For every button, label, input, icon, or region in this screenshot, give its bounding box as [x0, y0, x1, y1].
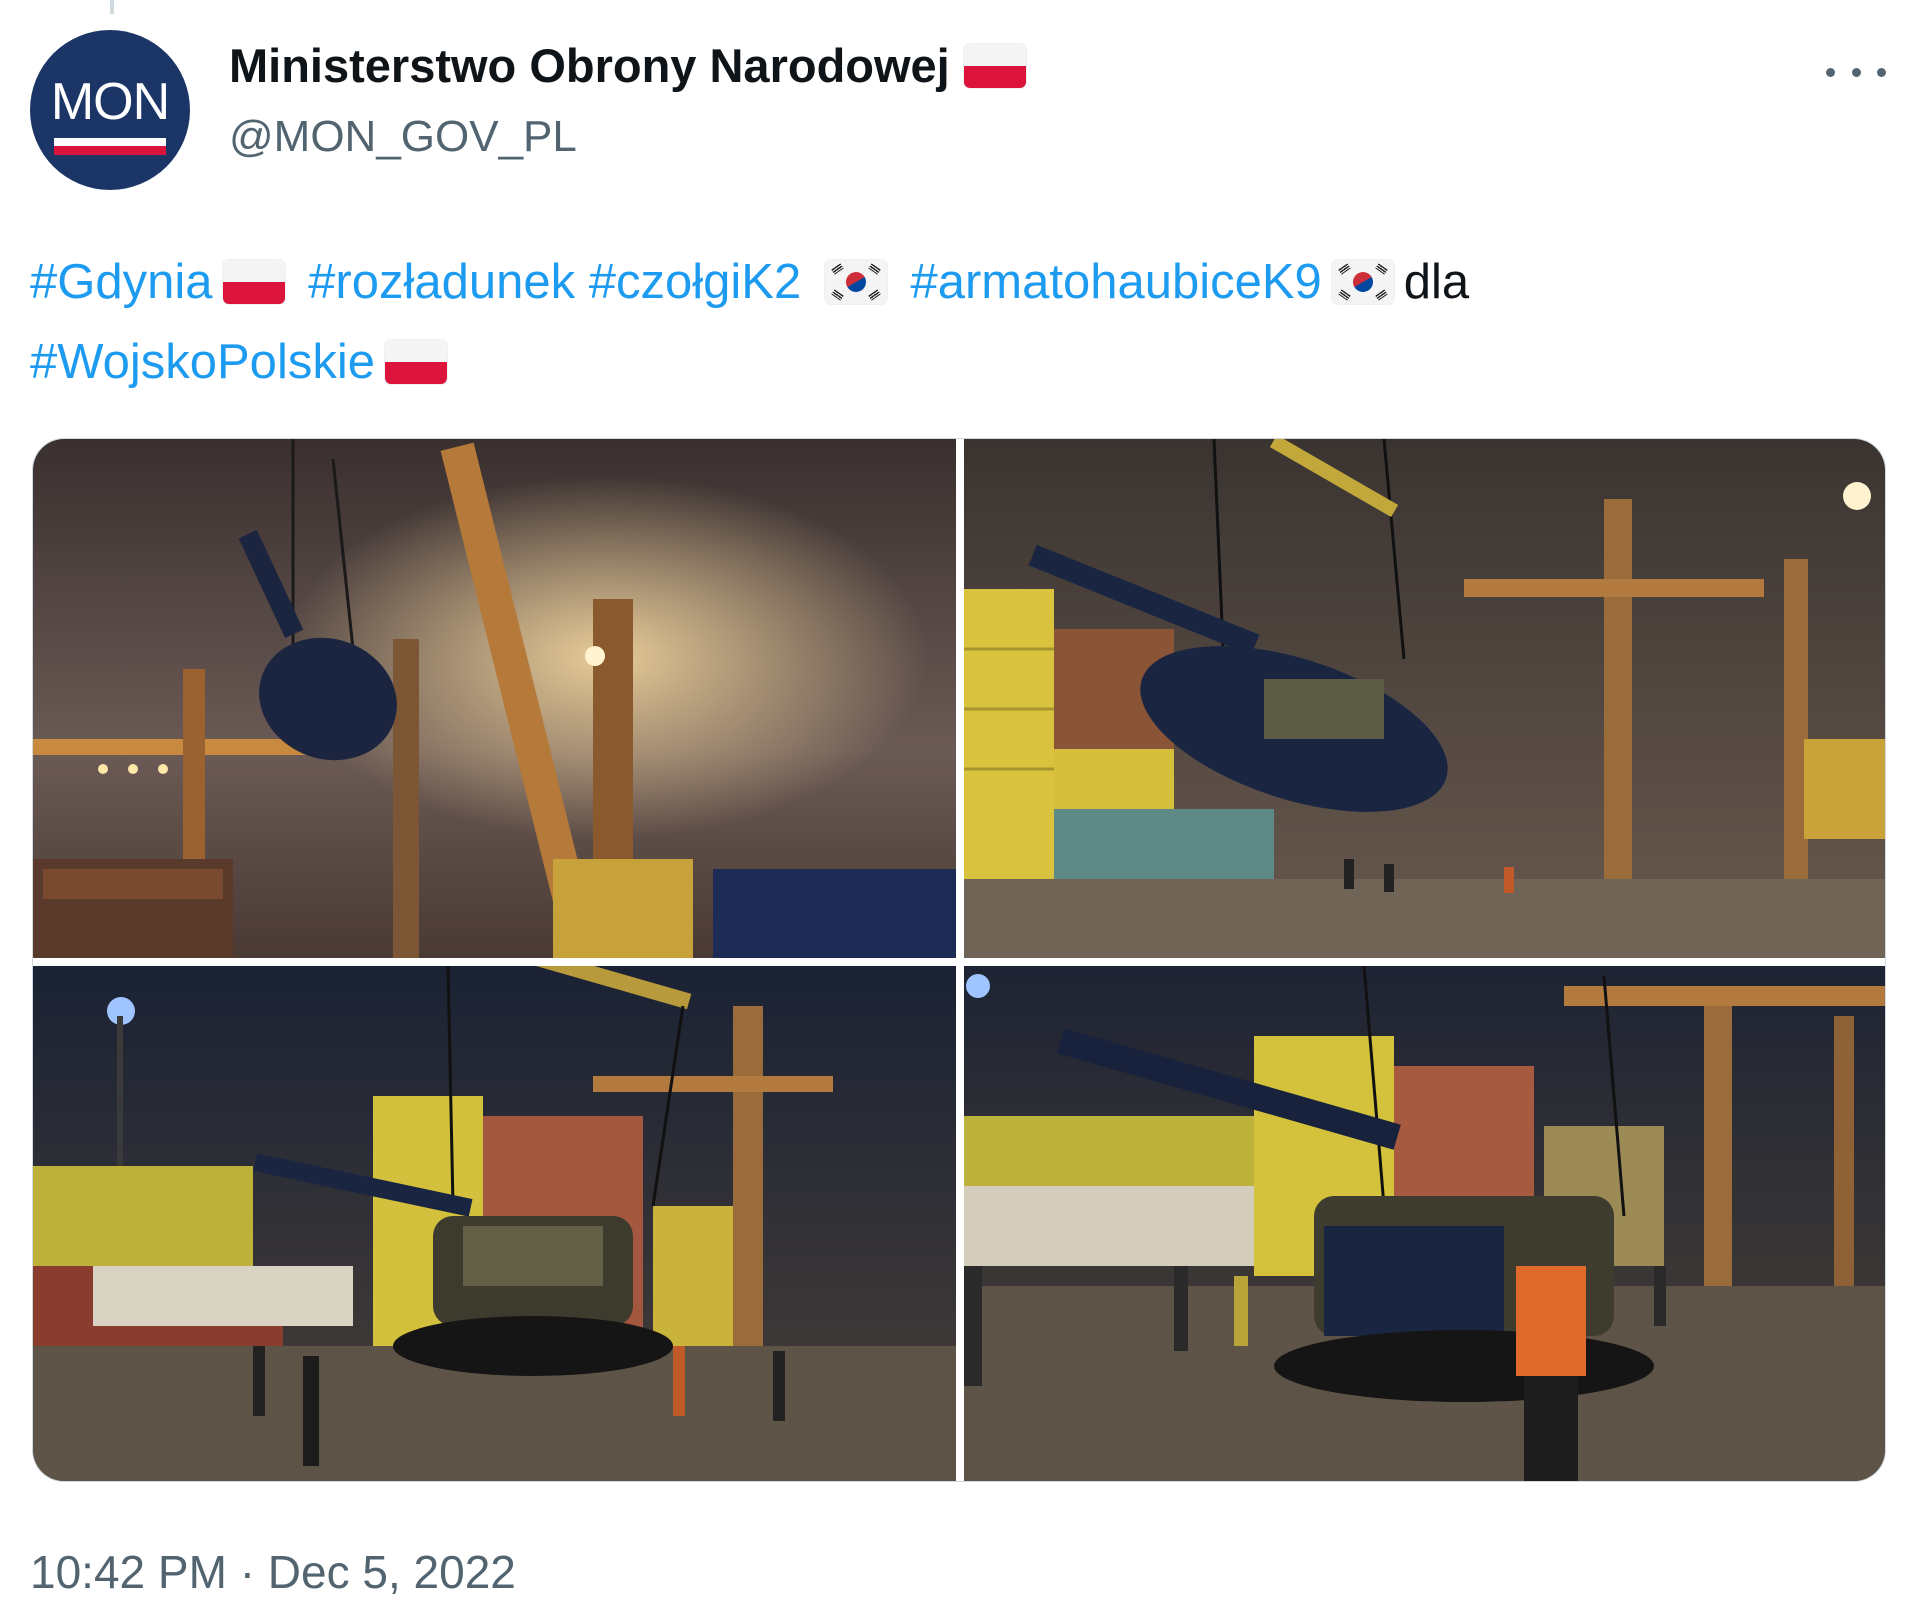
thread-connector-line — [110, 0, 114, 14]
photo-4[interactable] — [964, 966, 1885, 1481]
more-dot-icon — [1826, 67, 1835, 77]
more-options-button[interactable] — [1826, 52, 1886, 92]
photo-3[interactable] — [33, 966, 956, 1481]
author-name-row[interactable]: Ministerstwo Obrony Narodowej — [229, 38, 1026, 93]
more-dot-icon — [1877, 67, 1886, 77]
poland-flag-icon — [222, 260, 285, 305]
more-dot-icon — [1851, 67, 1861, 77]
tweet-time[interactable]: 10:42 PM — [30, 1546, 227, 1598]
timestamp-separator: · — [239, 1546, 256, 1598]
avatar-logo-text: MON — [50, 73, 170, 131]
hashtag-link[interactable]: #rozładunek — [308, 255, 575, 309]
tweet-date[interactable]: Dec 5, 2022 — [268, 1546, 516, 1598]
avatar-stripe-red — [54, 146, 166, 155]
author-display-name[interactable]: Ministerstwo Obrony Narodowej — [229, 38, 950, 93]
hashtag-link[interactable]: #Gdynia — [30, 255, 213, 309]
poland-flag-icon — [384, 340, 447, 385]
poland-flag-icon — [963, 43, 1026, 88]
hashtag-link[interactable]: #armatohaubiceK9 — [910, 255, 1321, 309]
south-korea-flag-icon — [824, 260, 887, 305]
author-handle[interactable]: @MON_GOV_PL — [229, 112, 577, 162]
avatar[interactable]: MON — [30, 30, 190, 190]
photo-1[interactable] — [33, 439, 956, 958]
hashtag-link[interactable]: #czołgiK2 — [589, 255, 801, 309]
south-korea-flag-icon — [1331, 260, 1394, 305]
tweet-text: #Gdynia #rozładunek #czołgiK2 #armatohau… — [30, 242, 1880, 402]
avatar-stripe-white — [54, 138, 166, 146]
tweet-timestamp[interactable]: 10:42 PM · Dec 5, 2022 — [30, 1545, 516, 1599]
media-grid — [32, 438, 1886, 1482]
hashtag-link[interactable]: #WojskoPolskie — [30, 335, 375, 389]
tweet-plain-text: dla — [1403, 255, 1470, 309]
photo-2[interactable] — [964, 439, 1885, 958]
